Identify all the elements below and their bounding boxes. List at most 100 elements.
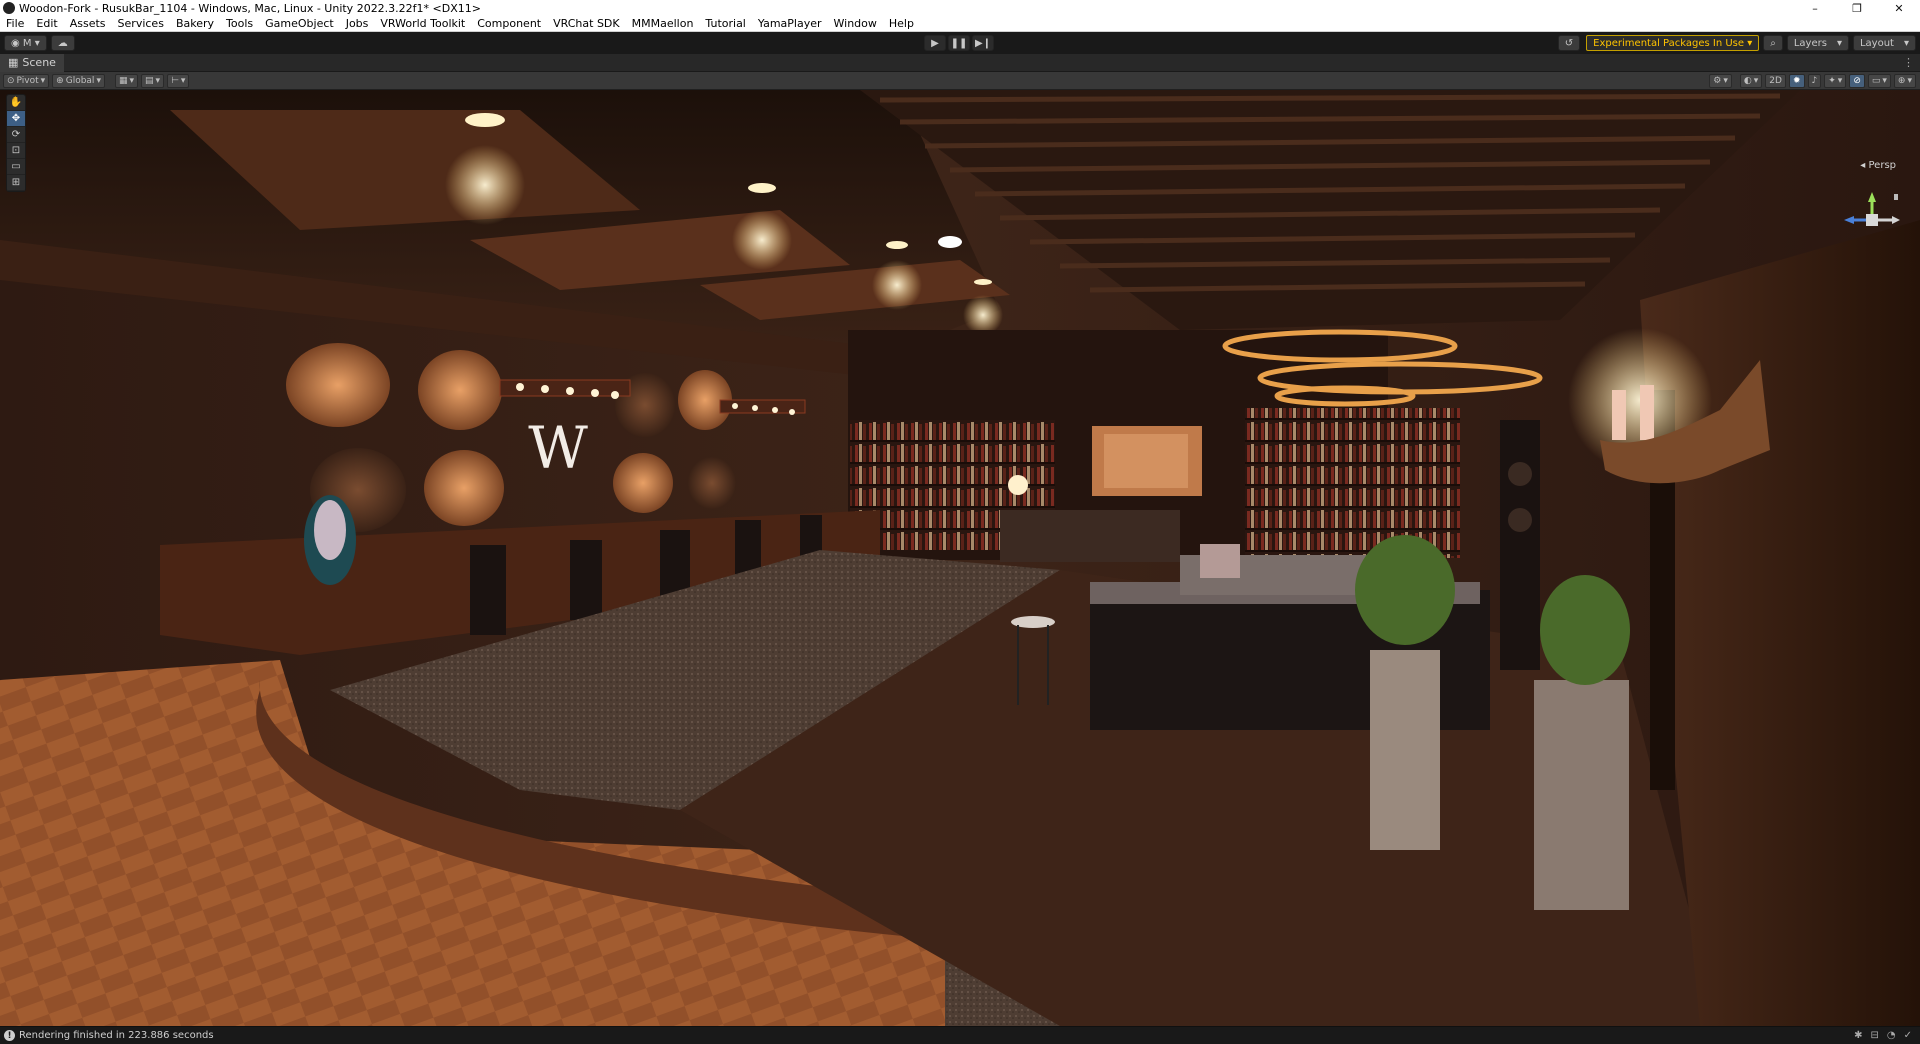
hand-icon: ✋ <box>9 97 23 108</box>
gizmo-y-axis[interactable] <box>1868 192 1876 202</box>
menu-yamaplayer[interactable]: YamaPlayer <box>752 16 828 32</box>
scene-tab-strip: ▦ Scene ⋮ <box>0 53 1920 72</box>
planter-right <box>1534 680 1629 910</box>
rect-tool[interactable]: ▭ <box>7 159 25 175</box>
move-icon: ✥ <box>11 113 21 124</box>
chevron-down-icon: ▾ <box>40 75 46 86</box>
speaker-cone <box>1508 508 1532 532</box>
history-button[interactable]: ↺ <box>1557 35 1581 51</box>
perspective-icon: ◂ <box>1860 160 1866 171</box>
chevron-down-icon: ▾ <box>1723 75 1728 86</box>
increment-snap-dropdown[interactable]: ⊢ ▾ <box>167 73 190 88</box>
gizmo-center[interactable] <box>1866 214 1878 226</box>
menu-file[interactable]: File <box>0 16 30 32</box>
wall-painting-highlight <box>1104 434 1188 488</box>
gizmos-dropdown[interactable]: ⊕ ▾ <box>1893 73 1916 88</box>
gizmo-globe-icon: ⊕ <box>1897 75 1906 86</box>
scene-viewport[interactable]: W ◂ Persp <box>0 90 1920 1026</box>
tab-scene-label: Scene <box>22 56 56 69</box>
cloud-button[interactable]: ☁ <box>50 35 75 51</box>
gizmo-lock-icon[interactable] <box>1894 194 1898 200</box>
menu-gameobject[interactable]: GameObject <box>259 16 340 32</box>
pivot-label: Pivot <box>16 75 39 86</box>
search-button[interactable]: ⌕ <box>1763 35 1783 51</box>
transform-tool[interactable]: ⊞ <box>7 175 25 191</box>
gizmo-x-axis[interactable] <box>1892 216 1900 224</box>
progress-icon[interactable]: ◔ <box>1887 1030 1896 1041</box>
status-icons: ✱ ⊟ ◔ ✓ <box>1854 1030 1912 1041</box>
transform-icon: ⊞ <box>11 177 21 188</box>
camera-settings-dropdown[interactable]: ▭ ▾ <box>1867 73 1891 88</box>
chevron-down-icon: ▾ <box>1903 37 1909 49</box>
grid-icon: ▦ <box>118 75 128 86</box>
audio-toggle[interactable]: ♪ <box>1807 73 1822 88</box>
bug-icon[interactable]: ✱ <box>1854 1030 1862 1041</box>
chevron-down-icon: ▾ <box>1836 37 1842 49</box>
global-dropdown[interactable]: ⊕ Global ▾ <box>52 73 105 88</box>
menu-jobs[interactable]: Jobs <box>340 16 375 32</box>
speaker-icon: ♪ <box>1811 75 1818 86</box>
experimental-packages-button[interactable]: Experimental Packages In Use ▾ <box>1586 35 1760 51</box>
grid-snap-dropdown[interactable]: ▦ ▾ <box>114 73 139 88</box>
lightbulb-icon: ✹ <box>1792 75 1801 86</box>
scene-grid-icon: ▦ <box>8 56 19 69</box>
lighting-toggle[interactable]: ✹ <box>1788 73 1805 88</box>
orientation-gizmo[interactable] <box>1838 190 1902 262</box>
menu-services[interactable]: Services <box>112 16 170 32</box>
layers-dropdown[interactable]: Layers ▾ <box>1786 35 1849 51</box>
scale-icon: ⊡ <box>11 145 21 156</box>
effects-dropdown[interactable]: ✦ ▾ <box>1824 73 1847 88</box>
snap-icon: ▤ <box>145 75 154 86</box>
menu-component[interactable]: Component <box>471 16 547 32</box>
rotate-tool[interactable]: ⟳ <box>7 127 25 143</box>
cache-icon[interactable]: ⊟ <box>1870 1030 1878 1041</box>
planter-left <box>1370 650 1440 850</box>
menu-edit[interactable]: Edit <box>30 16 63 32</box>
gizmo-tool-dropdown[interactable]: ⚙ ▾ <box>1709 73 1732 88</box>
projection-label[interactable]: ◂ Persp <box>1860 160 1896 171</box>
chevron-down-icon: ▾ <box>96 75 101 86</box>
gizmo-z-axis[interactable] <box>1844 216 1854 224</box>
kebab-menu-icon[interactable]: ⋮ <box>1903 56 1914 69</box>
menu-tutorial[interactable]: Tutorial <box>699 16 751 32</box>
experimental-packages-label: Experimental Packages In Use <box>1593 37 1745 49</box>
draw-mode-dropdown[interactable]: ◐ ▾ <box>1739 73 1763 88</box>
tab-scene[interactable]: ▦ Scene <box>0 53 64 72</box>
visibility-toggle[interactable]: ⊘ <box>1849 73 1865 88</box>
reception-desk <box>1000 510 1180 562</box>
menu-vrchat-sdk[interactable]: VRChat SDK <box>547 16 626 32</box>
menu-bakery[interactable]: Bakery <box>170 16 220 32</box>
snap-increment-dropdown[interactable]: ▤ ▾ <box>141 73 165 88</box>
account-button[interactable]: ◉ M ▾ <box>4 35 47 51</box>
account-label: M <box>22 37 32 49</box>
minimize-button[interactable]: – <box>1794 0 1836 16</box>
restore-button[interactable]: ❐ <box>1836 0 1878 16</box>
menu-help[interactable]: Help <box>883 16 920 32</box>
scene-view-toolbar: ⊙ Pivot ▾ ⊕ Global ▾ ▦ ▾ ▤ ▾ ⊢ ▾ ⚙ ▾ ◐ ▾… <box>0 72 1920 90</box>
pivot-dropdown[interactable]: ⊙ Pivot ▾ <box>3 73 50 88</box>
menu-mmmaellon[interactable]: MMMaellon <box>626 16 700 32</box>
menu-tools[interactable]: Tools <box>220 16 259 32</box>
layout-dropdown[interactable]: Layout ▾ <box>1852 35 1916 51</box>
close-button[interactable]: ✕ <box>1878 0 1920 16</box>
step-button[interactable]: ▶❙ <box>972 35 994 51</box>
account-icon: ◉ <box>11 37 23 49</box>
rotate-icon: ⟳ <box>11 129 21 140</box>
move-tool[interactable]: ✥ <box>7 111 25 127</box>
main-toolbar: ◉ M ▾ ☁ ▶ ❚❚ ▶❙ ↺ Experimental Packages … <box>0 32 1920 54</box>
play-button[interactable]: ▶ <box>924 35 946 51</box>
status-message[interactable]: Rendering finished in 223.886 seconds <box>19 1030 214 1041</box>
mode-2d-toggle[interactable]: 2D <box>1765 73 1786 88</box>
menu-assets[interactable]: Assets <box>64 16 112 32</box>
search-icon: ⌕ <box>1770 37 1776 49</box>
shading-sphere-icon: ◐ <box>1743 75 1752 86</box>
chevron-down-icon: ▾ <box>1907 75 1912 86</box>
scale-tool[interactable]: ⊡ <box>7 143 25 159</box>
hand-tool[interactable]: ✋ <box>7 95 25 111</box>
menu-vrworld-toolkit[interactable]: VRWorld Toolkit <box>374 16 471 32</box>
check-icon[interactable]: ✓ <box>1904 1030 1912 1041</box>
menu-window[interactable]: Window <box>828 16 883 32</box>
ruler-icon: ⊢ <box>171 75 179 86</box>
pause-button[interactable]: ❚❚ <box>948 35 970 51</box>
toolbar-right: ↺ Experimental Packages In Use ▾ ⌕ Layer… <box>1554 35 1916 51</box>
